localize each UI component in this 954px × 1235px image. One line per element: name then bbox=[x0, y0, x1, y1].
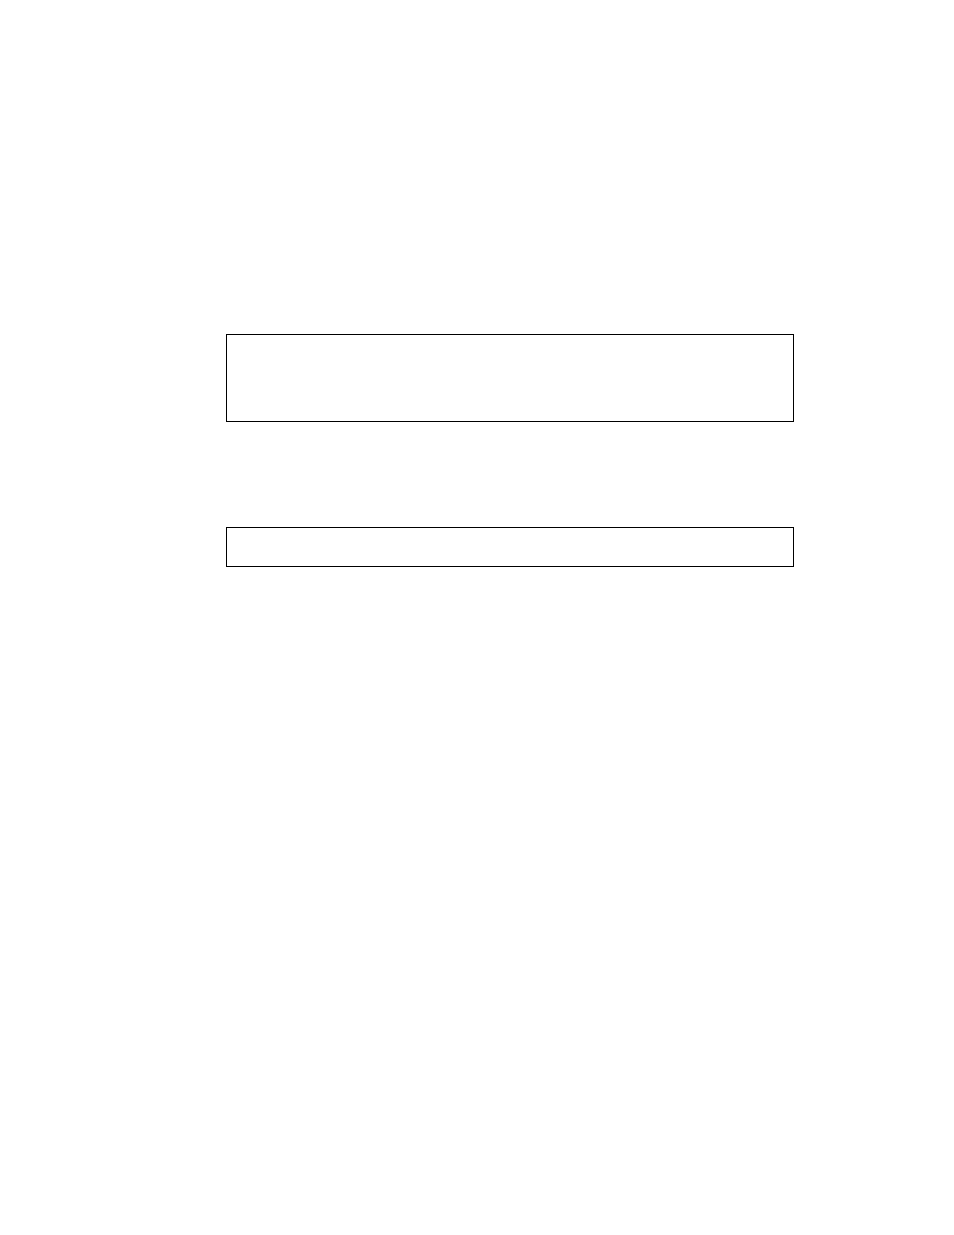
empty-box-2 bbox=[226, 527, 794, 567]
page-container bbox=[0, 0, 954, 1235]
empty-box-1 bbox=[226, 334, 794, 422]
